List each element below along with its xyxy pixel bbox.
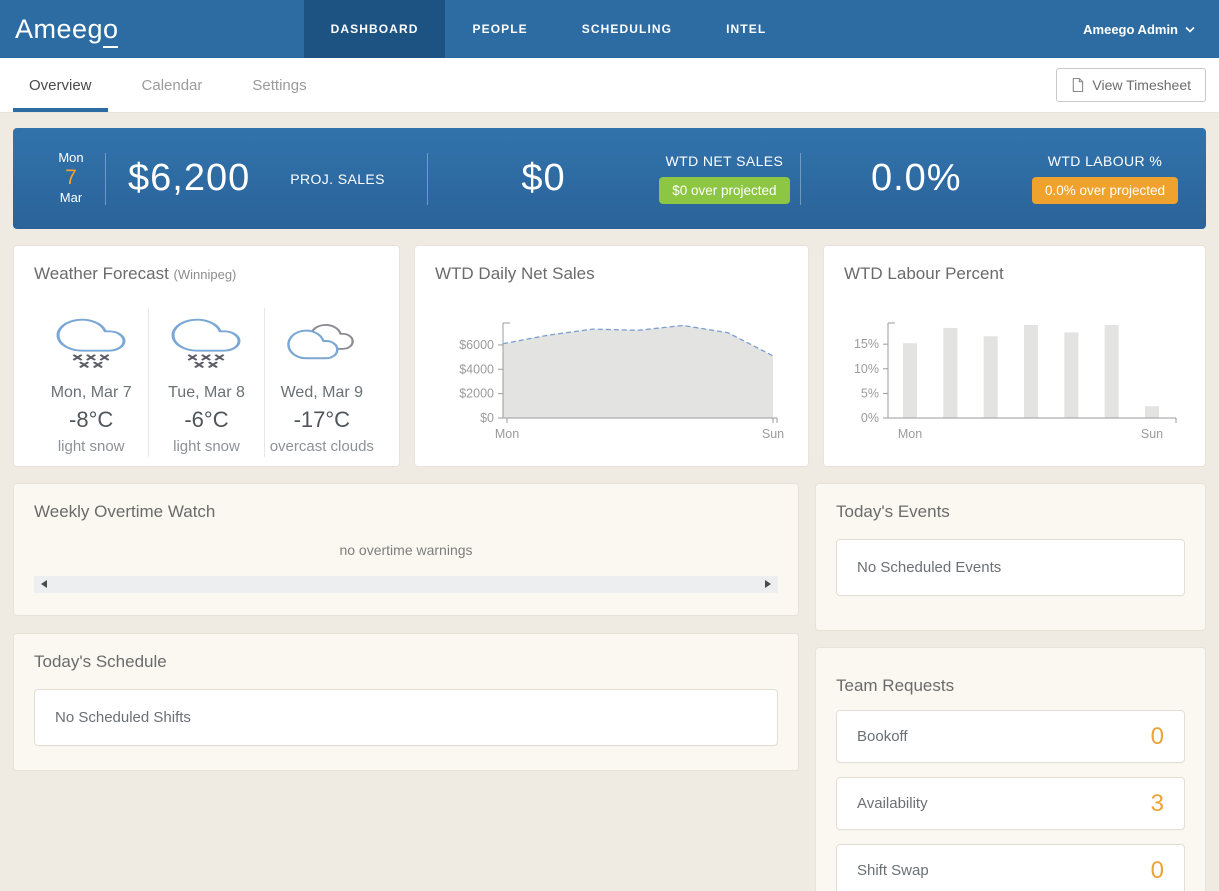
banner-divider	[105, 153, 106, 205]
wtd-labour-block: WTD LABOUR % 0.0% over projected	[1032, 153, 1178, 204]
right-column: Today's Events No Scheduled Events Team …	[815, 483, 1206, 891]
svg-text:$2000: $2000	[459, 387, 494, 401]
svg-text:5%: 5%	[861, 386, 879, 400]
weather-condition: light snow	[38, 438, 144, 455]
team-request-availability[interactable]: Availability 3	[836, 777, 1185, 830]
left-column: Weekly Overtime Watch no overtime warnin…	[13, 483, 799, 771]
weather-title: Weather Forecast (Winnipeg)	[34, 264, 379, 284]
weather-day-wed: Wed, Mar 9 -17°C overcast clouds	[264, 308, 379, 457]
wtd-net-sales-label: WTD NET SALES	[666, 153, 784, 169]
stats-banner: Mon 7 Mar $6,200 PROJ. SALES $0 WTD NET …	[13, 128, 1206, 229]
overtime-horizontal-scrollbar[interactable]	[34, 576, 778, 593]
svg-text:Sun: Sun	[1141, 427, 1163, 441]
scroll-left-arrow-icon[interactable]	[41, 580, 47, 588]
net-sales-badge: $0 over projected	[659, 177, 789, 204]
projected-sales-value: $6,200	[128, 157, 250, 200]
events-empty-message: No Scheduled Events	[836, 539, 1185, 596]
weather-date: Mon, Mar 7	[38, 384, 144, 402]
dashboard-subnav: Overview Calendar Settings View Timeshee…	[0, 58, 1219, 113]
sales-chart-title: WTD Daily Net Sales	[435, 264, 788, 284]
weather-forecast-card: Weather Forecast (Winnipeg) Mon, Mar 7	[13, 245, 400, 467]
overtime-empty-message: no overtime warnings	[34, 542, 778, 558]
user-menu[interactable]: Ameego Admin	[1083, 0, 1195, 58]
view-timesheet-button[interactable]: View Timesheet	[1056, 68, 1206, 102]
weather-condition: overcast clouds	[269, 438, 375, 455]
weather-temp: -6°C	[153, 407, 259, 433]
logo-underline	[103, 46, 118, 48]
schedule-title: Today's Schedule	[34, 652, 778, 672]
weather-temp: -8°C	[38, 407, 144, 433]
logo-text: Ameego	[15, 14, 119, 44]
nav-tab-scheduling[interactable]: SCHEDULING	[555, 0, 699, 58]
tab-calendar[interactable]: Calendar	[126, 58, 219, 112]
svg-text:15%: 15%	[854, 337, 879, 351]
weather-day-tue: Tue, Mar 8 -6°C light snow	[148, 308, 263, 457]
svg-text:$4000: $4000	[459, 362, 494, 376]
request-label: Bookoff	[857, 728, 908, 745]
team-request-bookoff[interactable]: Bookoff 0	[836, 710, 1185, 763]
weather-date: Tue, Mar 8	[153, 384, 259, 402]
weekly-overtime-watch-card: Weekly Overtime Watch no overtime warnin…	[13, 483, 799, 616]
cloud-snow-icon	[170, 312, 242, 370]
weather-day-mon: Mon, Mar 7 -8°C light snow	[34, 308, 148, 457]
svg-text:$0: $0	[480, 411, 494, 425]
weather-date: Wed, Mar 9	[269, 384, 375, 402]
wtd-daily-net-sales-chart: $0 $2000 $4000 $6000 Mon Sun	[435, 320, 785, 450]
svg-text:Sun: Sun	[762, 427, 784, 441]
nav-tab-dashboard[interactable]: DASHBOARD	[304, 0, 446, 58]
ameego-logo[interactable]: Ameego	[15, 14, 119, 45]
weather-temp: -17°C	[269, 407, 375, 433]
schedule-empty-message: No Scheduled Shifts	[34, 689, 778, 746]
svg-text:Mon: Mon	[495, 427, 519, 441]
weather-days: Mon, Mar 7 -8°C light snow Tue, Mar 8	[34, 308, 379, 457]
todays-schedule-card: Today's Schedule No Scheduled Shifts	[13, 633, 799, 771]
labour-badge: 0.0% over projected	[1032, 177, 1178, 204]
request-label: Shift Swap	[857, 862, 929, 879]
overcast-clouds-icon	[285, 318, 359, 364]
request-count: 0	[1151, 857, 1164, 885]
document-icon	[1071, 77, 1084, 93]
weather-condition: light snow	[153, 438, 259, 455]
svg-text:$6000: $6000	[459, 338, 494, 352]
labour-chart-title: WTD Labour Percent	[844, 264, 1185, 284]
weather-location: (Winnipeg)	[174, 267, 237, 282]
cloud-snow-icon	[55, 312, 127, 370]
wtd-daily-net-sales-card: WTD Daily Net Sales $0 $2000 $4000 $6000 Mon…	[414, 245, 809, 467]
tab-settings[interactable]: Settings	[236, 58, 322, 112]
svg-text:10%: 10%	[854, 362, 879, 376]
projected-sales-label: PROJ. SALES	[290, 171, 385, 187]
scroll-right-arrow-icon[interactable]	[765, 580, 771, 588]
banner-weekday: Mon	[53, 151, 89, 166]
tab-overview[interactable]: Overview	[13, 58, 108, 112]
chevron-down-icon	[1185, 26, 1195, 33]
team-requests-title: Team Requests	[836, 676, 1185, 696]
team-request-shift-swap[interactable]: Shift Swap 0	[836, 844, 1185, 891]
events-title: Today's Events	[836, 502, 1185, 522]
top-navigation: Ameego DASHBOARD PEOPLE SCHEDULING INTEL…	[0, 0, 1219, 58]
weather-title-text: Weather Forecast	[34, 264, 169, 283]
request-count: 3	[1151, 790, 1164, 818]
request-label: Availability	[857, 795, 928, 812]
overtime-title: Weekly Overtime Watch	[34, 502, 778, 522]
view-timesheet-label: View Timesheet	[1092, 77, 1191, 93]
banner-day-number: 7	[53, 166, 89, 190]
svg-text:Mon: Mon	[898, 427, 922, 441]
nav-tab-intel[interactable]: INTEL	[699, 0, 793, 58]
todays-events-card: Today's Events No Scheduled Events	[815, 483, 1206, 631]
wtd-net-sales-value: $0	[521, 157, 565, 200]
banner-date: Mon 7 Mar	[53, 151, 89, 205]
main-nav-tabs: DASHBOARD PEOPLE SCHEDULING INTEL	[304, 0, 794, 58]
user-name: Ameego Admin	[1083, 22, 1178, 37]
wtd-net-sales-block: WTD NET SALES $0 over projected	[659, 153, 789, 204]
request-count: 0	[1151, 723, 1164, 751]
team-requests-card: Team Requests Bookoff 0 Availability 3 S…	[815, 647, 1206, 891]
nav-tab-people[interactable]: PEOPLE	[445, 0, 554, 58]
wtd-labour-label: WTD LABOUR %	[1048, 153, 1162, 169]
svg-text:0%: 0%	[861, 411, 879, 425]
wtd-labour-percent-card: WTD Labour Percent 0% 5% 10% 15% Mon Sun	[823, 245, 1206, 467]
banner-month: Mar	[53, 191, 89, 206]
wtd-labour-percent-chart: 0% 5% 10% 15% Mon Sun	[844, 320, 1187, 450]
wtd-labour-value: 0.0%	[871, 157, 962, 200]
dashboard-content: Mon 7 Mar $6,200 PROJ. SALES $0 WTD NET …	[0, 113, 1219, 891]
